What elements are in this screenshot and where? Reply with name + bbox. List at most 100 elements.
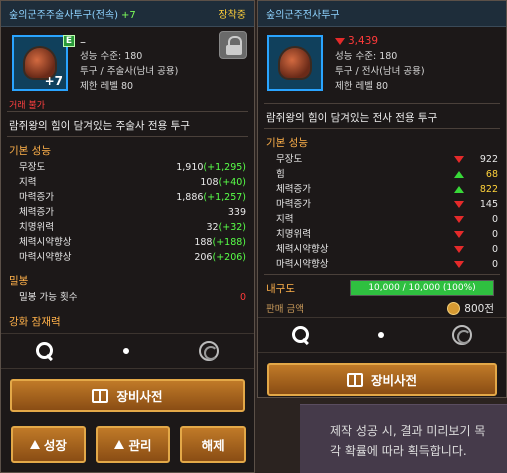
stat-name: 마력증가: [19, 192, 54, 203]
action-buttons: 성장 관리 해제: [1, 412, 254, 463]
seal-row: 밀봉 가능 횟수 0: [1, 290, 254, 305]
stat-value: 0: [491, 244, 498, 255]
item-description: 람쥐왕의 힘이 담겨있는 주술사 전용 투구: [9, 120, 190, 132]
base-stats-list: 무장도 1,910(+1,295) 지력 108(+40) 마력증가 1,886 (+1…: [1, 160, 254, 265]
sell-row: 판매 금액 800전: [258, 297, 506, 317]
stat-row: 체력증가 822: [258, 182, 506, 197]
manage-button[interactable]: 관리: [95, 426, 171, 463]
equipment-dictionary-button[interactable]: 장비사전: [10, 379, 245, 412]
unequip-label: 해제: [201, 438, 225, 453]
compare-tool-row: [258, 317, 506, 353]
item-name-dash: –: [80, 35, 86, 49]
tool-row: [1, 333, 254, 369]
arrow-up-icon: [114, 440, 125, 449]
unequip-button[interactable]: 해제: [180, 426, 247, 463]
item-type: 투구 / 전사(남녀 공용): [335, 66, 425, 77]
compare-item-header: 3,439 성능 수준: 180 투구 / 전사(남녀 공용) 제한 레벨 80: [258, 27, 506, 95]
stat-value: 1,886: [176, 192, 204, 203]
durability-bar: 10,000 / 10,000 (100%): [350, 280, 494, 296]
dot-icon[interactable]: [378, 332, 384, 338]
item-title-bar: 숲의군주주술사투구(전속) +7 장착중: [1, 1, 254, 27]
equipped-status: 장착중: [218, 10, 246, 21]
stat-row: 체력시약향상 188(+188): [1, 235, 254, 250]
enhance-potential-title: 강화 잠재력: [9, 316, 61, 328]
equipment-dictionary-label: 장비사전: [116, 389, 163, 404]
stat-value: 68: [485, 169, 498, 180]
arrow-down-icon: [335, 37, 345, 45]
craft-tooltip-line: 각 확률에 따라 획득합니다.: [330, 444, 467, 458]
stat-row: 지력 108(+40): [1, 175, 254, 190]
stat-name: 무장도: [19, 162, 46, 173]
stat-bonus: (+206): [212, 252, 246, 263]
helmet-icon: [280, 48, 310, 78]
stat-row: 치명위력 32(+32): [1, 220, 254, 235]
stat-name: 힘: [276, 169, 285, 180]
item-header: E +7 – 성능 수준: 180 투구 / 주술사(남녀 공용) 제한 레벨 …: [1, 27, 254, 92]
trade-status: 거래 불가: [9, 101, 45, 111]
stat-row: 체력시약향상 0: [258, 242, 506, 257]
item-plus-level: +7: [44, 74, 63, 88]
compare-equipment-dictionary-button[interactable]: 장비사전: [267, 363, 497, 396]
dot-icon[interactable]: [123, 348, 130, 354]
performance-level: 성능 수준: 180: [335, 51, 398, 62]
stat-value: 0: [491, 214, 498, 225]
stat-name: 치명위력: [19, 222, 54, 233]
grow-button[interactable]: 성장: [11, 426, 86, 463]
stat-row: 마력증가 145: [258, 197, 506, 212]
stat-row: 지력 0: [258, 212, 506, 227]
stat-row: 치명위력 0: [258, 227, 506, 242]
arrow-up-icon: [29, 440, 40, 449]
arrow-down-icon: [454, 246, 464, 253]
durability-label: 내구도: [266, 282, 295, 295]
stat-name: 마력증가: [276, 199, 311, 210]
stat-value: 822: [479, 184, 498, 195]
compare-base-stats-title: 기본 성능: [266, 137, 308, 149]
item-type: 투구 / 주술사(남녀 공용): [80, 66, 179, 77]
spiral-icon[interactable]: [199, 341, 220, 361]
stat-row: 체력증가 339: [1, 205, 254, 220]
stat-row: 무장도 922: [258, 152, 506, 167]
coin-icon: [447, 302, 461, 315]
stat-value: 0: [491, 259, 498, 270]
arrow-down-icon: [454, 156, 464, 163]
stat-value: 206: [194, 252, 213, 263]
sell-value: 800전: [464, 302, 494, 315]
craft-tooltip-line: 제작 성공 시, 결과 미리보기 목: [330, 424, 486, 438]
stat-value: 922: [479, 154, 498, 165]
base-stats-title: 기본 성능: [9, 145, 51, 157]
stat-name: 마력시약향상: [276, 259, 329, 270]
durability-row: 내구도 10,000 / 10,000 (100%): [258, 275, 506, 297]
compare-title-bar: 숲의군주전사투구: [258, 1, 506, 27]
arrow-down-icon: [454, 201, 464, 208]
compare-item-icon[interactable]: [267, 35, 323, 91]
equipped-item-tooltip: 숲의군주주술사투구(전속) +7 장착중 E +7 – 성능 수준: 180 투구…: [0, 0, 255, 473]
compare-stats-list: 무장도 922 힘 68 체력증가 822 마력증가 145 지력 0 치명위력 0 체력시약향상 0 마력…: [258, 152, 506, 272]
performance-level: 성능 수준: 180: [80, 51, 143, 62]
spiral-icon[interactable]: [452, 325, 472, 345]
stat-bonus: (+1,295): [203, 162, 246, 173]
level-requirement: 제한 레벨 80: [335, 81, 389, 92]
stat-row: 마력시약향상 206(+206): [1, 250, 254, 265]
book-icon: [346, 372, 363, 387]
arrow-down-icon: [454, 261, 464, 268]
stat-name: 마력시약향상: [19, 252, 72, 263]
compare-item-tooltip: 숲의군주전사투구 3,439 성능 수준: 180 투구 / 전사(남녀 공용)…: [257, 0, 507, 398]
stat-row: 힘 68: [258, 167, 506, 182]
stat-row: 마력증가 1,886(+1,257): [1, 190, 254, 205]
durability-text: 10,000 / 10,000 (100%): [368, 283, 476, 293]
item-icon[interactable]: E +7: [12, 35, 75, 91]
stat-name: 무장도: [276, 154, 303, 165]
manage-label: 관리: [128, 438, 152, 453]
stat-value: 145: [479, 199, 498, 210]
item-meta: 성능 수준: 180 투구 / 주술사(남녀 공용) 제한 레벨 80: [80, 49, 178, 94]
lock-icon[interactable]: [219, 31, 247, 59]
stat-row: 마력시약향상 0: [258, 257, 506, 272]
magnifier-icon[interactable]: [35, 342, 54, 360]
stat-row: 무장도 1,910(+1,295): [1, 160, 254, 175]
arrow-down-icon: [454, 231, 464, 238]
stat-value: 339: [227, 207, 246, 218]
price-delta: 3,439: [335, 35, 378, 47]
magnifier-icon[interactable]: [292, 326, 310, 344]
stat-value: 0: [491, 229, 498, 240]
stat-name: 체력시약향상: [19, 237, 72, 248]
